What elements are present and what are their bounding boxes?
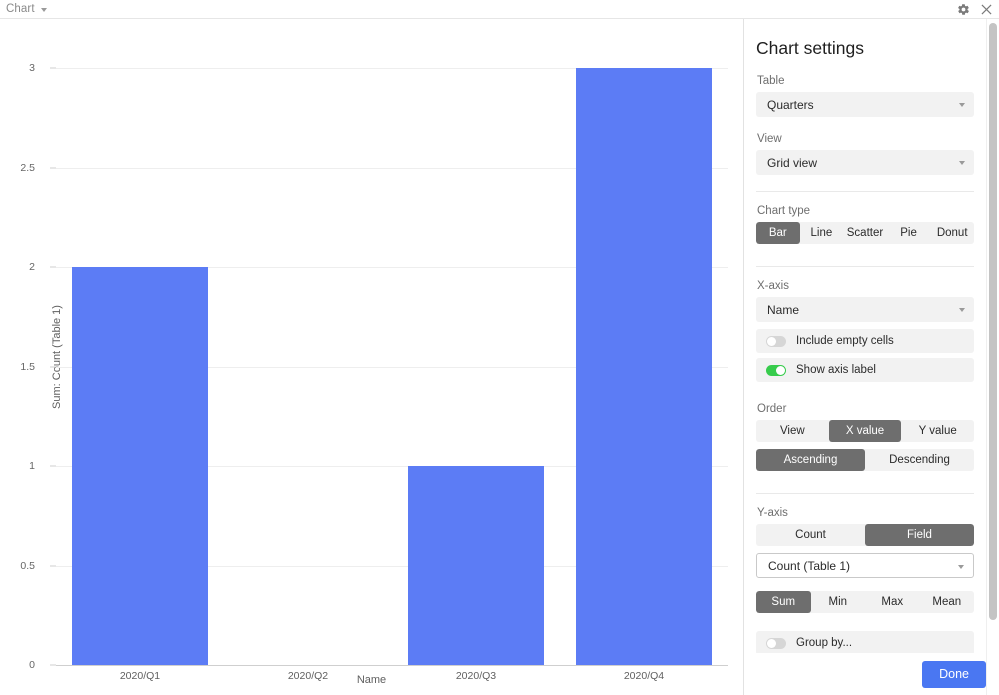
- x-axis-label: X-axis: [757, 280, 789, 292]
- gridline: [56, 665, 728, 666]
- chart-type-option-bar[interactable]: Bar: [756, 222, 800, 244]
- chart-editor-window: Chart Sum: Count (Table 1) 0 0.5 1 1.5 2 2.5 3…: [0, 0, 999, 695]
- y-axis-tick-label: 2: [29, 261, 35, 273]
- bar-2020-q3[interactable]: [407, 466, 545, 665]
- aggregation-option-max[interactable]: Max: [865, 591, 920, 613]
- y-axis-tick-label: 1: [29, 460, 35, 472]
- y-axis-tick-mark: [50, 465, 56, 467]
- divider: [756, 493, 974, 494]
- y-axis-tick-mark: [50, 266, 56, 268]
- x-axis-field-value: Name: [767, 302, 800, 317]
- chart-type-option-scatter[interactable]: Scatter: [843, 222, 887, 244]
- aggregation-option-mean[interactable]: Mean: [920, 591, 975, 613]
- group-by-label: Group by...: [796, 637, 853, 649]
- chart-type-option-pie[interactable]: Pie: [887, 222, 931, 244]
- table-select-value: Quarters: [767, 97, 814, 112]
- top-bar-actions: [956, 2, 993, 16]
- panel-heading: Chart settings: [756, 38, 864, 58]
- y-axis-label: Y-axis: [757, 507, 788, 519]
- y-axis-tick-mark: [50, 67, 56, 69]
- include-empty-cells-label: Include empty cells: [796, 335, 894, 347]
- window-title: Chart: [6, 3, 35, 15]
- divider: [756, 266, 974, 267]
- y-axis-tick-mark: [50, 664, 56, 666]
- order-by-segmented-control: View X value Y value: [756, 420, 974, 442]
- panel-footer: Done: [744, 653, 999, 695]
- y-axis-tick-mark: [50, 167, 56, 168]
- chart-canvas: Sum: Count (Table 1) 0 0.5 1 1.5 2 2.5 3 2020/Q…: [0, 19, 743, 695]
- gear-icon[interactable]: [956, 2, 970, 16]
- done-button[interactable]: Done: [922, 660, 986, 688]
- panel-scrollbar-track[interactable]: [986, 19, 999, 695]
- aggregation-option-sum[interactable]: Sum: [756, 591, 811, 613]
- order-by-option-y-value[interactable]: Y value: [901, 420, 974, 442]
- y-axis-mode-segmented-control: Count Field: [756, 524, 974, 546]
- bar-2020-q4[interactable]: [575, 68, 713, 665]
- y-axis-field-value: Count (Table 1): [768, 558, 851, 573]
- order-label: Order: [757, 403, 787, 415]
- x-axis-title: Name: [356, 674, 387, 686]
- chart-type-option-line[interactable]: Line: [800, 222, 844, 244]
- y-axis-tick-label: 3: [29, 62, 35, 74]
- chart-settings-panel: Chart settings Table Quarters View Grid …: [743, 19, 999, 695]
- y-axis-tick-label: 0.5: [20, 559, 35, 572]
- close-icon[interactable]: [979, 2, 993, 16]
- view-select-value: Grid view: [767, 155, 818, 170]
- y-axis-tick-label: 2.5: [20, 161, 35, 174]
- group-by-toggle[interactable]: [766, 637, 786, 649]
- divider: [756, 191, 974, 192]
- y-axis-tick-mark: [50, 366, 56, 367]
- order-by-option-x-value[interactable]: X value: [828, 420, 902, 442]
- order-direction-segmented-control: Ascending Descending: [756, 449, 974, 471]
- chevron-down-icon: [959, 308, 965, 312]
- show-axis-label-row[interactable]: Show axis label: [756, 358, 974, 382]
- y-axis-mode-option-field[interactable]: Field: [865, 524, 974, 546]
- top-bar: Chart: [0, 0, 999, 19]
- plot-area: 0 0.5 1 1.5 2 2.5 3 2020/Q1 2020/Q2 2020/Q3 2020/Q…: [20, 62, 728, 682]
- y-axis-tick-label: 0: [29, 659, 35, 671]
- chart-type-option-donut[interactable]: Donut: [930, 222, 974, 244]
- view-select[interactable]: Grid view: [756, 150, 974, 175]
- y-axis-mode-option-count[interactable]: Count: [756, 524, 865, 546]
- aggregation-option-min[interactable]: Min: [811, 591, 866, 613]
- y-axis-field-select[interactable]: Count (Table 1): [756, 553, 974, 578]
- table-label: Table: [757, 75, 785, 87]
- chevron-down-icon: [958, 565, 964, 569]
- table-select[interactable]: Quarters: [756, 92, 974, 117]
- include-empty-cells-toggle[interactable]: [766, 335, 786, 347]
- chevron-down-icon: [959, 161, 965, 165]
- chevron-down-icon: [959, 103, 965, 107]
- show-axis-label-label: Show axis label: [796, 364, 876, 376]
- order-direction-option-ascending[interactable]: Ascending: [756, 449, 865, 471]
- order-direction-option-descending[interactable]: Descending: [865, 449, 974, 471]
- order-by-option-view[interactable]: View: [756, 420, 829, 442]
- view-label: View: [757, 133, 782, 145]
- y-axis-tick-mark: [50, 565, 56, 566]
- aggregation-segmented-control: Sum Min Max Mean: [756, 591, 974, 613]
- bar-2020-q1[interactable]: [71, 267, 209, 665]
- group-by-row[interactable]: Group by...: [756, 631, 974, 655]
- y-axis-tick-label: 1.5: [20, 360, 35, 373]
- chart-type-label: Chart type: [757, 205, 811, 217]
- chart-type-segmented-control: Bar Line Scatter Pie Donut: [756, 222, 974, 244]
- chevron-down-icon[interactable]: [41, 8, 47, 12]
- panel-scrollbar-thumb[interactable]: [989, 23, 997, 620]
- include-empty-cells-row[interactable]: Include empty cells: [756, 329, 974, 353]
- x-axis-field-select[interactable]: Name: [756, 297, 974, 322]
- show-axis-label-toggle[interactable]: [766, 364, 786, 376]
- settings-scroll-content: Chart settings Table Quarters View Grid …: [744, 19, 986, 695]
